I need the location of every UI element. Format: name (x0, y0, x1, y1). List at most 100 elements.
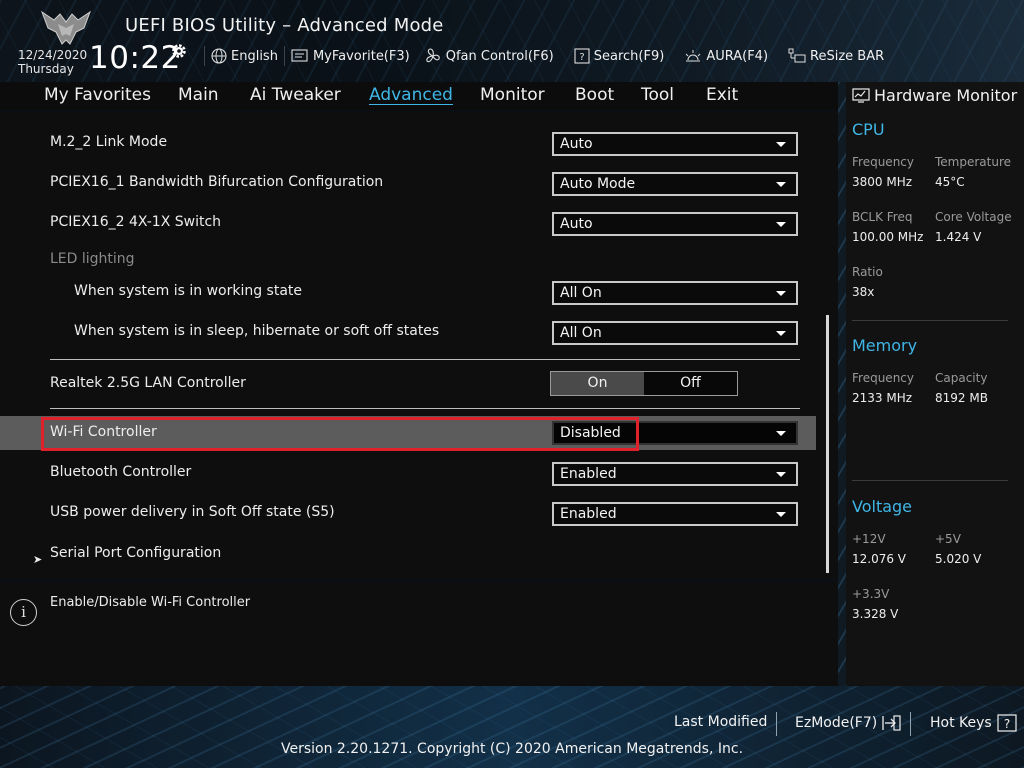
v5-value: 5.020 V (935, 552, 982, 566)
aura-button[interactable]: AURA(F4) (684, 48, 768, 64)
language-label: English (231, 48, 278, 64)
bluetooth-controller-label: Bluetooth Controller (50, 464, 192, 480)
m2-link-mode-select[interactable]: Auto (552, 132, 798, 156)
hot-keys-button[interactable]: Hot Keys ? (930, 714, 1018, 732)
memory-frequency-label: Frequency (852, 371, 914, 385)
tab-tool[interactable]: Tool (641, 85, 674, 105)
chevron-down-icon (776, 291, 786, 296)
v12-value: 12.076 V (852, 552, 907, 566)
submenu-arrow-icon: ➤ (33, 553, 43, 566)
bluetooth-controller-select[interactable]: Enabled (552, 462, 798, 486)
qfan-control-label: Qfan Control(F6) (445, 48, 554, 64)
last-modified-button[interactable]: Last Modified (674, 714, 767, 730)
usb-power-delivery-label: USB power delivery in Soft Off state (S5… (50, 504, 335, 520)
main-menu-bar: My Favorites Main Ai Tweaker Advanced Mo… (0, 82, 838, 110)
fan-icon (426, 48, 440, 63)
day-display: Thursday (18, 62, 74, 76)
ratio-value: 38x (852, 285, 875, 299)
usb-power-delivery-select[interactable]: Enabled (552, 502, 798, 526)
led-sleep-select[interactable]: All On (552, 321, 798, 345)
led-sleep-value: All On (560, 325, 602, 341)
chevron-down-icon (776, 182, 786, 187)
realtek-lan-label: Realtek 2.5G LAN Controller (50, 375, 246, 391)
footer-separator (776, 712, 777, 736)
date-display: 12/24/2020 (18, 48, 88, 62)
pciex16-1-bifurcation-select[interactable]: Auto Mode (552, 172, 798, 196)
scrollbar[interactable] (826, 315, 829, 573)
copyright-text: Version 2.20.1271. Copyright (C) 2020 Am… (280, 741, 744, 757)
hot-keys-label: Hot Keys (930, 715, 992, 731)
wifi-controller-value: Disabled (560, 425, 621, 441)
toggle-off-option[interactable]: Off (644, 372, 737, 395)
chevron-down-icon (776, 512, 786, 517)
chevron-down-icon (776, 331, 786, 336)
voltage-section-title: Voltage (852, 497, 913, 516)
monitor-divider (852, 480, 1008, 481)
clock-display: 10:22 (89, 40, 181, 76)
section-divider (50, 359, 800, 360)
myfavorite-button[interactable]: MyFavorite(F3) (291, 49, 410, 64)
aura-label: AURA(F4) (706, 48, 769, 64)
hardware-monitor-title: Hardware Monitor (852, 86, 1017, 105)
help-question-icon: ? (997, 714, 1017, 732)
toolbar-separator (283, 46, 285, 66)
resize-bar-button[interactable]: ReSize BAR (788, 48, 884, 64)
pciex16-2-switch-label: PCIEX16_2 4X-1X Switch (50, 214, 222, 230)
pciex16-1-bifurcation-value: Auto Mode (560, 176, 636, 192)
last-modified-label: Last Modified (674, 714, 768, 730)
v5-label: +5V (935, 532, 961, 546)
cpu-frequency-value: 3800 MHz (852, 175, 913, 189)
chevron-down-icon (776, 472, 786, 477)
tab-exit[interactable]: Exit (706, 85, 738, 105)
wifi-controller-select[interactable]: Disabled (552, 421, 798, 445)
cpu-temperature-value: 45°C (935, 175, 965, 189)
memory-frequency-value: 2133 MHz (852, 391, 913, 405)
pciex16-2-switch-select[interactable]: Auto (552, 212, 798, 236)
tab-ai-tweaker[interactable]: Ai Tweaker (250, 85, 341, 105)
realtek-lan-toggle[interactable]: On Off (550, 371, 738, 396)
tab-boot[interactable]: Boot (575, 85, 614, 105)
v33-label: +3.3V (852, 587, 890, 601)
svg-text:?: ? (579, 52, 584, 63)
language-button[interactable]: English (211, 48, 278, 64)
v12-label: +12V (852, 532, 886, 546)
toggle-on-option[interactable]: On (551, 372, 644, 395)
search-label: Search(F9) (593, 48, 665, 64)
memory-capacity-value: 8192 MB (935, 391, 988, 405)
tab-advanced[interactable]: Advanced (369, 85, 453, 105)
ezmode-button[interactable]: EzMode(F7) (795, 714, 901, 732)
led-working-label: When system is in working state (74, 283, 303, 299)
chevron-down-icon (776, 222, 786, 227)
toolbar: English MyFavorite(F3) Qfan Control(F6) … (198, 45, 884, 67)
aura-icon (685, 50, 701, 62)
resize-bar-label: ReSize BAR (810, 48, 885, 64)
favorite-icon (291, 49, 308, 62)
led-working-select[interactable]: All On (552, 281, 798, 305)
hardware-monitor-panel: Hardware Monitor CPU Frequency Temperatu… (846, 82, 1024, 686)
m2-link-mode-value: Auto (560, 136, 593, 152)
qfan-control-button[interactable]: Qfan Control(F6) (424, 47, 554, 65)
usb-power-delivery-value: Enabled (560, 506, 617, 522)
tab-my-favorites[interactable]: My Favorites (44, 85, 151, 105)
memory-section-title: Memory (852, 336, 918, 355)
footer-separator (910, 712, 911, 736)
section-divider (50, 408, 800, 409)
gear-icon[interactable] (170, 42, 188, 60)
led-lighting-heading: LED lighting (50, 251, 135, 267)
tab-monitor[interactable]: Monitor (480, 85, 545, 105)
v33-value: 3.328 V (852, 607, 899, 621)
toolbar-separator (204, 46, 205, 66)
search-button[interactable]: ? Search(F9) (574, 48, 665, 64)
serial-port-configuration-link[interactable]: Serial Port Configuration (50, 545, 221, 561)
wifi-controller-row[interactable]: Wi-Fi Controller Disabled (0, 416, 816, 450)
led-working-value: All On (560, 285, 602, 301)
app-title: UEFI BIOS Utility – Advanced Mode (125, 15, 444, 36)
exit-arrow-icon (882, 715, 901, 731)
resize-bar-icon (788, 48, 806, 63)
tab-main[interactable]: Main (178, 85, 219, 105)
hardware-monitor-title-text: Hardware Monitor (874, 86, 1018, 105)
pciex16-1-bifurcation-label: PCIEX16_1 Bandwidth Bifurcation Configur… (50, 174, 384, 190)
monitor-divider (852, 320, 1008, 321)
chevron-down-icon (776, 142, 786, 147)
core-voltage-label: Core Voltage (935, 210, 1012, 224)
